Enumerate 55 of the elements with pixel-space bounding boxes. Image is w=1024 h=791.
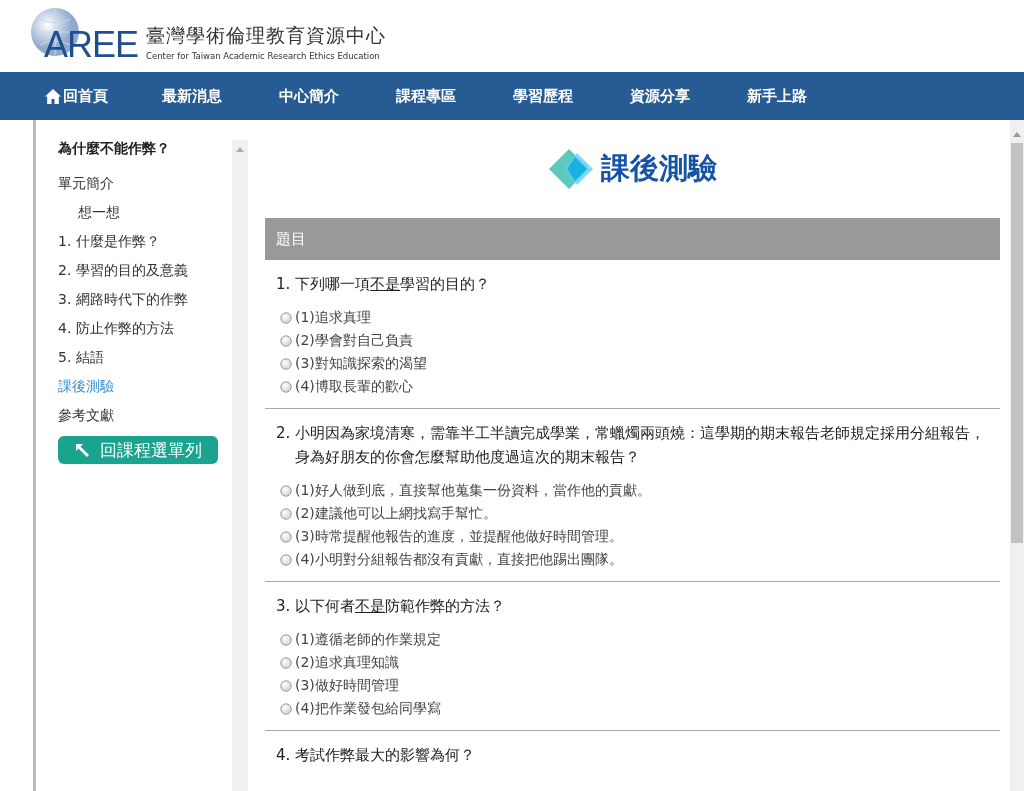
option-label: (3)時常提醒他報告的進度，並提醒他做好時間管理。 (295, 527, 623, 546)
radio-button[interactable] (280, 553, 292, 566)
option-label: (1)追求真理 (295, 308, 371, 327)
option-label: (4)博取長輩的歡心 (295, 377, 413, 396)
nav-link[interactable]: 資源分享 (630, 86, 747, 106)
page-title: 課後測驗 (600, 150, 717, 187)
radio-button[interactable] (280, 380, 292, 393)
question-text: 1. 下列哪一項不是學習的目的？ (276, 274, 492, 295)
sidebar-link[interactable]: 4. 防止作弊的方法 (58, 314, 232, 343)
option-label: (4)把作業發包給同學寫 (295, 699, 441, 718)
question-text: 3. 以下何者不是防範作弊的方法？ (276, 596, 507, 617)
radio-button[interactable] (280, 633, 292, 646)
table-header: 題目 (265, 218, 1000, 260)
nav-link[interactable]: 課程專區 (396, 86, 513, 106)
scrollbar-thumb[interactable] (1011, 143, 1023, 543)
sidebar-link[interactable]: 課後測驗 (58, 372, 232, 401)
option-label: (1)遵循老師的作業規定 (295, 630, 441, 649)
nav-link[interactable]: 新手上路 (747, 86, 864, 106)
sidebar-link[interactable]: 參考文獻 (58, 401, 232, 430)
home-icon (45, 88, 61, 104)
sidebar-link[interactable]: 單元簡介 (58, 169, 232, 198)
sidebar-link[interactable]: 2. 學習的目的及意義 (58, 256, 232, 285)
radio-button[interactable] (280, 679, 292, 692)
radio-button[interactable] (280, 334, 292, 347)
option-label: (1)好人做到底，直接幫他蒐集一份資料，當作他的貢獻。 (295, 481, 651, 500)
question-text: 4. 考試作弊最大的影響為何？ (276, 745, 477, 766)
radio-button[interactable] (280, 484, 292, 497)
sidebar-link[interactable]: 1. 什麼是作弊？ (58, 227, 232, 256)
radio-button[interactable] (280, 530, 292, 543)
sidebar-link[interactable]: 5. 結語 (58, 343, 232, 372)
option-label: (2)學會對自己負責 (295, 331, 413, 350)
scroll-up-icon[interactable] (236, 147, 244, 152)
nav-link[interactable]: 最新消息 (162, 86, 279, 106)
arrow-icon (74, 442, 92, 458)
radio-button[interactable] (280, 357, 292, 370)
sidebar-link[interactable]: 想一想 (58, 198, 232, 227)
sidebar-title: 為什麼不能作弊？ (58, 140, 171, 158)
radio-button[interactable] (280, 311, 292, 324)
nav-link[interactable]: 回首頁 (45, 86, 162, 106)
site-title: 臺灣學術倫理教育資源中心 (146, 23, 386, 48)
option-label: (3)做好時間管理 (295, 676, 399, 695)
radio-button[interactable] (280, 507, 292, 520)
site-subtitle: Center for Taiwan Academic Research Ethics Education (146, 51, 381, 61)
radio-button[interactable] (280, 656, 292, 669)
logo: AREE (44, 27, 139, 63)
scroll-up-icon[interactable] (1013, 132, 1021, 137)
nav-link[interactable]: 中心簡介 (279, 86, 396, 106)
radio-button[interactable] (280, 702, 292, 715)
option-label: (4)小明對分組報告都沒有貢獻，直接把他踢出團隊。 (295, 550, 623, 569)
option-label: (2)追求真理知識 (295, 653, 399, 672)
option-label: (3)對知識探索的渴望 (295, 354, 427, 373)
nav-link[interactable]: 學習歷程 (513, 86, 630, 106)
option-label: (2)建議他可以上網找寫手幫忙。 (295, 504, 497, 523)
question-text: 2. 小明因為家境清寒，需靠半工半讀完成學業，常蠟燭兩頭燒：這學期的期末報告老師規定採用分組報告，身為好朋友的你會怎麼幫助他度過這次的期末報告？ (276, 423, 987, 468)
sidebar-link[interactable]: 3. 網路時代下的作弊 (58, 285, 232, 314)
